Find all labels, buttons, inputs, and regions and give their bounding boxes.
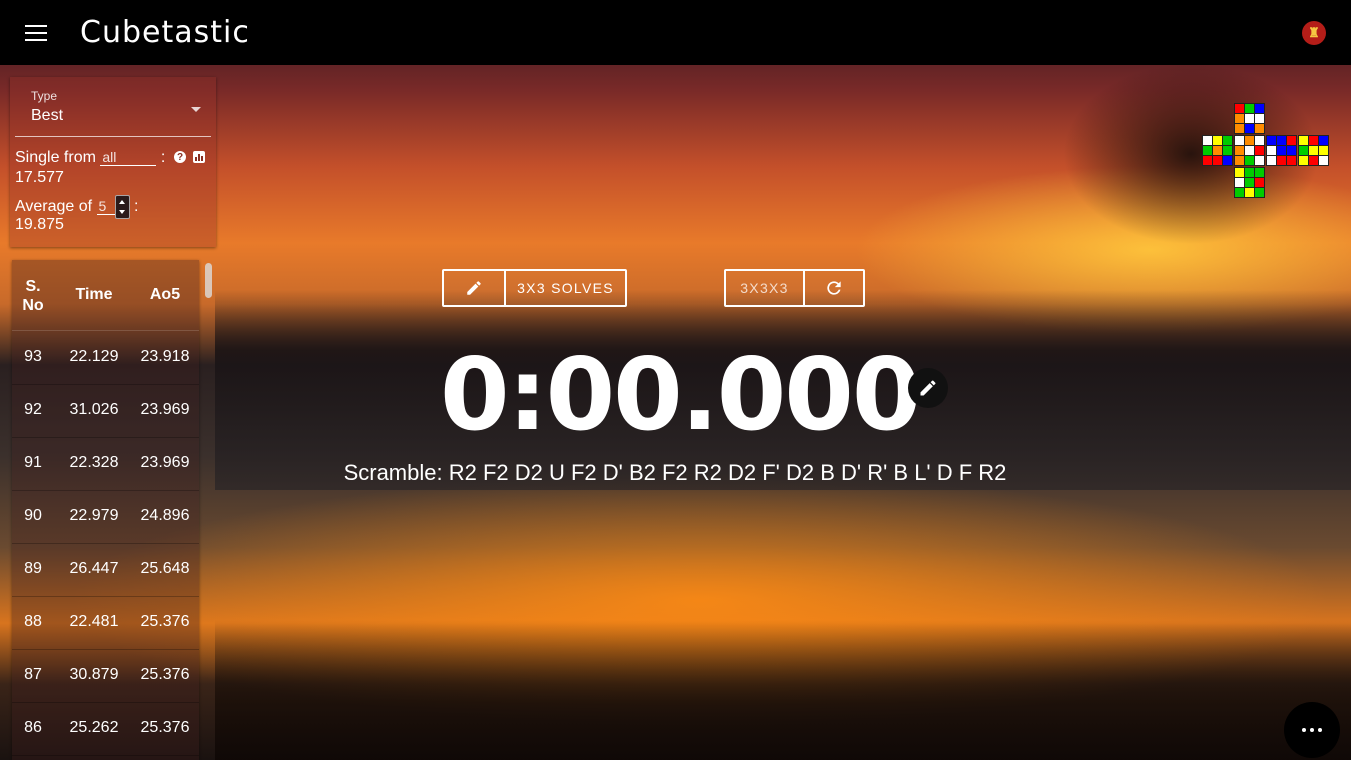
pencil-icon	[920, 380, 936, 396]
timer-display[interactable]: 0:00.000	[440, 345, 921, 445]
table-row[interactable]: 91 22.328 23.969	[12, 437, 199, 491]
edit-time-button[interactable]	[908, 368, 948, 408]
table-row[interactable]: 87 30.879 25.376	[12, 649, 199, 703]
cell-sno: 88	[24, 613, 42, 630]
cube-sticker	[1254, 187, 1265, 198]
user-avatar[interactable]: ♜	[1302, 21, 1326, 45]
single-value: 17.577	[15, 169, 64, 186]
cube-sticker	[1318, 155, 1329, 166]
header-ao5: Ao5	[149, 286, 181, 303]
cell-time: 22.328	[69, 454, 119, 471]
cell-time: 26.447	[69, 560, 119, 577]
cube-sticker	[1254, 123, 1265, 134]
app-bar: Cubetastic ♜	[0, 0, 1351, 65]
single-label: Single from	[15, 149, 96, 166]
average-count-input[interactable]: 5	[96, 198, 115, 216]
cell-ao5: 24.896	[140, 507, 190, 524]
single-stat-row: Single from all :	[15, 149, 165, 167]
average-colon: :	[134, 198, 139, 216]
background-reeds	[215, 620, 1351, 760]
single-colon: :	[160, 149, 166, 166]
table-row[interactable]: 88 22.481 25.376	[12, 596, 199, 650]
cell-sno: 91	[24, 454, 42, 471]
cell-sno: 86	[24, 719, 42, 736]
table-scrollbar[interactable]	[205, 263, 212, 298]
cell-time: 25.262	[69, 719, 119, 736]
menu-icon[interactable]	[25, 24, 47, 41]
cell-sno: 87	[24, 666, 42, 683]
dropdown-arrow-icon	[191, 107, 201, 112]
header-sno: S. No	[22, 278, 44, 314]
cube-face-back	[1298, 135, 1329, 166]
cell-sno: 93	[24, 348, 42, 365]
avatar-glyph: ♜	[1308, 25, 1320, 40]
dot-icon	[1318, 728, 1322, 732]
cube-face-up	[1234, 103, 1265, 134]
session-button-group: 3X3 SOLVES	[442, 269, 627, 307]
puzzle-button-group: 3X3X3	[724, 269, 865, 307]
average-label: Average of	[15, 198, 93, 216]
cube-face-front	[1234, 135, 1265, 166]
cube-face-right	[1266, 135, 1297, 166]
pencil-icon	[467, 281, 481, 295]
cell-ao5: 25.648	[140, 560, 190, 577]
table-row[interactable]: 93 22.129 23.918	[12, 331, 199, 385]
cell-sno: 92	[24, 401, 42, 418]
dot-icon	[1302, 728, 1306, 732]
type-select-label: Type	[31, 89, 58, 103]
cell-time: 30.879	[69, 666, 119, 683]
table-row[interactable]: 89 26.447 25.648	[12, 543, 199, 597]
type-select-value: Best	[31, 107, 64, 124]
stats-panel: Type Best Single from all : ? 17.577 Ave…	[10, 77, 216, 247]
cell-ao5: 25.376	[140, 613, 190, 630]
single-range-input[interactable]: all	[100, 149, 157, 166]
chart-icon[interactable]	[193, 151, 205, 163]
table-row[interactable]: 90 22.979 24.896	[12, 490, 199, 544]
cube-net-preview	[1202, 103, 1330, 199]
edit-session-button[interactable]	[444, 271, 504, 305]
app-title: Cubetastic	[80, 15, 250, 50]
cell-time: 22.129	[69, 348, 119, 365]
refresh-icon	[827, 281, 841, 295]
average-count-spinner[interactable]	[114, 195, 130, 219]
cell-time: 31.026	[69, 401, 119, 418]
puzzle-type-button[interactable]: 3X3X3	[726, 271, 803, 305]
cube-sticker	[1222, 155, 1233, 166]
cell-ao5: 25.376	[140, 666, 190, 683]
help-icon[interactable]: ?	[174, 151, 186, 163]
new-scramble-button[interactable]	[803, 271, 863, 305]
cube-face-left	[1202, 135, 1233, 166]
cell-time: 22.481	[69, 613, 119, 630]
header-time: Time	[75, 286, 113, 303]
solves-table: S. No Time Ao5 93 22.129 23.918 92 31.026 23.…	[12, 260, 199, 760]
scramble-text: Scramble: R2 F2 D2 U F2 D' B2 F2 R2 D2 F…	[343, 460, 1007, 485]
table-row[interactable]: 92 31.026 23.969	[12, 384, 199, 438]
cell-ao5: 23.969	[140, 401, 190, 418]
cell-sno: 89	[24, 560, 42, 577]
table-header: S. No Time Ao5	[12, 260, 199, 331]
table-row[interactable]: 86 25.262 25.376	[12, 702, 199, 756]
cube-sticker	[1286, 155, 1297, 166]
cell-ao5: 25.376	[140, 719, 190, 736]
session-name-button[interactable]: 3X3 SOLVES	[504, 271, 625, 305]
cube-face-down	[1234, 167, 1265, 198]
type-select[interactable]: Type Best	[15, 85, 211, 137]
cell-ao5: 23.918	[140, 348, 190, 365]
cell-sno: 90	[24, 507, 42, 524]
more-options-button[interactable]	[1284, 702, 1340, 758]
cell-ao5: 23.969	[140, 454, 190, 471]
average-value: 19.875	[15, 216, 64, 233]
dot-icon	[1310, 728, 1314, 732]
cell-time: 22.979	[69, 507, 119, 524]
cube-sticker	[1254, 155, 1265, 166]
